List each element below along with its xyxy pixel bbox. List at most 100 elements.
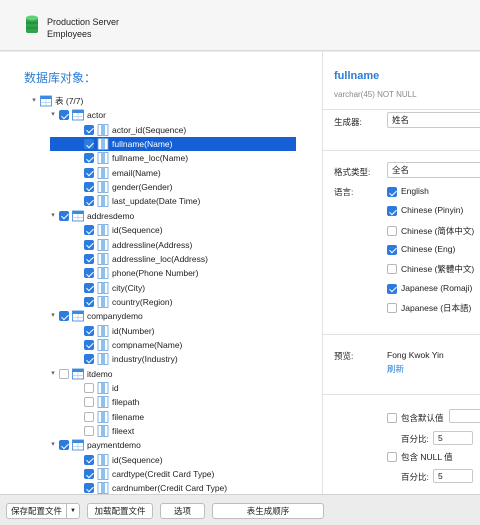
- table-row[interactable]: ▾ companydemo: [0, 309, 300, 323]
- column-icon: [97, 181, 109, 193]
- checkbox[interactable]: [59, 110, 69, 121]
- checkbox[interactable]: [84, 469, 94, 480]
- column-row[interactable]: phone(Phone Number): [0, 266, 300, 280]
- disclosure-icon[interactable]: ▾: [49, 209, 57, 223]
- checkbox[interactable]: [84, 339, 94, 350]
- checkbox[interactable]: [84, 483, 94, 494]
- checkbox[interactable]: [84, 383, 94, 393]
- column-row[interactable]: id(Number): [0, 324, 300, 338]
- checkbox[interactable]: [84, 239, 94, 250]
- format-select[interactable]: 全名: [387, 162, 480, 178]
- checkbox[interactable]: [84, 282, 94, 293]
- column-row[interactable]: filename: [0, 410, 300, 424]
- column-row[interactable]: industry(Industry): [0, 352, 300, 366]
- checkbox[interactable]: [84, 153, 94, 164]
- column-row[interactable]: compname(Name): [0, 338, 300, 352]
- checkbox[interactable]: [387, 302, 397, 313]
- checkbox[interactable]: [387, 283, 397, 294]
- checkbox[interactable]: [84, 139, 94, 150]
- table-row[interactable]: ▾ actor: [0, 108, 300, 122]
- default-value-input[interactable]: [449, 409, 480, 423]
- tree-label: id(Sequence): [112, 225, 163, 236]
- column-row[interactable]: id(Sequence): [0, 453, 300, 467]
- generator-select[interactable]: 姓名: [387, 112, 480, 128]
- column-row[interactable]: id: [0, 381, 300, 395]
- field-name: fullname: [334, 70, 380, 82]
- load-config-button[interactable]: 加载配置文件: [87, 503, 153, 519]
- checkbox[interactable]: [387, 187, 397, 197]
- checkbox[interactable]: [387, 413, 397, 423]
- tree-label: last_update(Date Time): [112, 196, 201, 207]
- disclosure-icon[interactable]: ▾: [49, 438, 57, 452]
- checkbox[interactable]: [59, 440, 69, 451]
- column-row[interactable]: id(Sequence): [0, 223, 300, 237]
- column-row[interactable]: fullname_loc(Name): [0, 151, 300, 165]
- checkbox[interactable]: [59, 210, 69, 221]
- checkbox[interactable]: [387, 452, 397, 462]
- checkbox[interactable]: [84, 268, 94, 279]
- column-row[interactable]: cardtype(Credit Card Type): [0, 467, 300, 481]
- null-percent-input[interactable]: 5: [433, 469, 473, 483]
- column-row[interactable]: addressline_loc(Address): [0, 252, 300, 266]
- disclosure-icon[interactable]: ▾: [49, 367, 57, 381]
- default-percent-input[interactable]: 5: [433, 431, 473, 445]
- disclosure-icon[interactable]: ▾: [49, 108, 57, 122]
- checkbox[interactable]: [84, 182, 94, 193]
- checkbox[interactable]: [387, 264, 397, 275]
- checkbox[interactable]: [84, 397, 94, 408]
- column-row[interactable]: country(Region): [0, 295, 300, 309]
- checkbox[interactable]: [59, 368, 69, 379]
- checkbox[interactable]: [387, 244, 397, 255]
- checkbox[interactable]: [387, 206, 397, 217]
- table-row[interactable]: ▾ itdemo: [0, 367, 300, 381]
- disclosure-icon[interactable]: ▾: [49, 309, 57, 323]
- checkbox[interactable]: [84, 454, 94, 465]
- checkbox[interactable]: [84, 411, 94, 422]
- column-row[interactable]: gender(Gender): [0, 180, 300, 194]
- save-config-button[interactable]: 保存配置文件 ▼: [6, 503, 80, 519]
- column-row[interactable]: fileext: [0, 424, 300, 438]
- options-button[interactable]: 选项: [160, 503, 205, 519]
- checkbox[interactable]: [84, 354, 94, 365]
- checkbox[interactable]: [84, 124, 94, 135]
- checkbox[interactable]: [84, 196, 94, 207]
- column-row[interactable]: addressline(Address): [0, 238, 300, 252]
- preview-value: Fong Kwok Yin: [387, 350, 444, 360]
- tree-label: phone(Phone Number): [112, 268, 199, 279]
- column-icon: [97, 295, 109, 308]
- column-row[interactable]: filepath: [0, 395, 300, 409]
- table-row[interactable]: ▾ addresdemo: [0, 209, 300, 223]
- tree-label: filepath: [112, 397, 140, 408]
- chevron-down-icon[interactable]: ▼: [66, 504, 79, 518]
- language-label: Chinese (Pinyin): [401, 205, 464, 216]
- checkbox[interactable]: [59, 311, 69, 322]
- checkbox[interactable]: [84, 296, 94, 307]
- object-tree-pane: 数据库对象： ▾ 表 (7/7) ▾ actor actor_id(Sequence) f…: [0, 52, 322, 494]
- column-icon: [97, 410, 109, 423]
- checkbox[interactable]: [84, 225, 94, 236]
- tables-group-row[interactable]: ▾ 表 (7/7): [0, 94, 300, 108]
- checkbox[interactable]: [84, 167, 94, 178]
- column-row[interactable]: email(Name): [0, 166, 300, 180]
- column-row[interactable]: cardnumber(Credit Card Type): [0, 481, 300, 494]
- column-row[interactable]: last_update(Date Time): [0, 194, 300, 208]
- checkbox[interactable]: [84, 325, 94, 336]
- column-row[interactable]: actor_id(Sequence): [0, 123, 300, 137]
- pane-title: 数据库对象：: [24, 71, 97, 85]
- divider: [323, 334, 480, 335]
- percent-label: 百分比:: [401, 472, 429, 482]
- database-name: Employees: [47, 29, 92, 39]
- column-row[interactable]: city(City): [0, 281, 300, 295]
- checkbox[interactable]: [84, 253, 94, 264]
- refresh-link[interactable]: 刷新: [387, 363, 404, 375]
- save-config-label: 保存配置文件: [10, 506, 62, 516]
- table-order-button[interactable]: 表生成顺序: [212, 503, 324, 519]
- column-row[interactable]: fullname(Name): [50, 137, 296, 152]
- checkbox[interactable]: [84, 426, 94, 437]
- table-row[interactable]: ▾ paymentdemo: [0, 438, 300, 452]
- language-label: Chinese (Eng): [401, 243, 456, 254]
- disclosure-icon[interactable]: ▾: [30, 94, 38, 108]
- field-type: varchar(45) NOT NULL: [334, 90, 417, 99]
- checkbox[interactable]: [387, 225, 397, 236]
- tree-label: paymentdemo: [87, 440, 141, 451]
